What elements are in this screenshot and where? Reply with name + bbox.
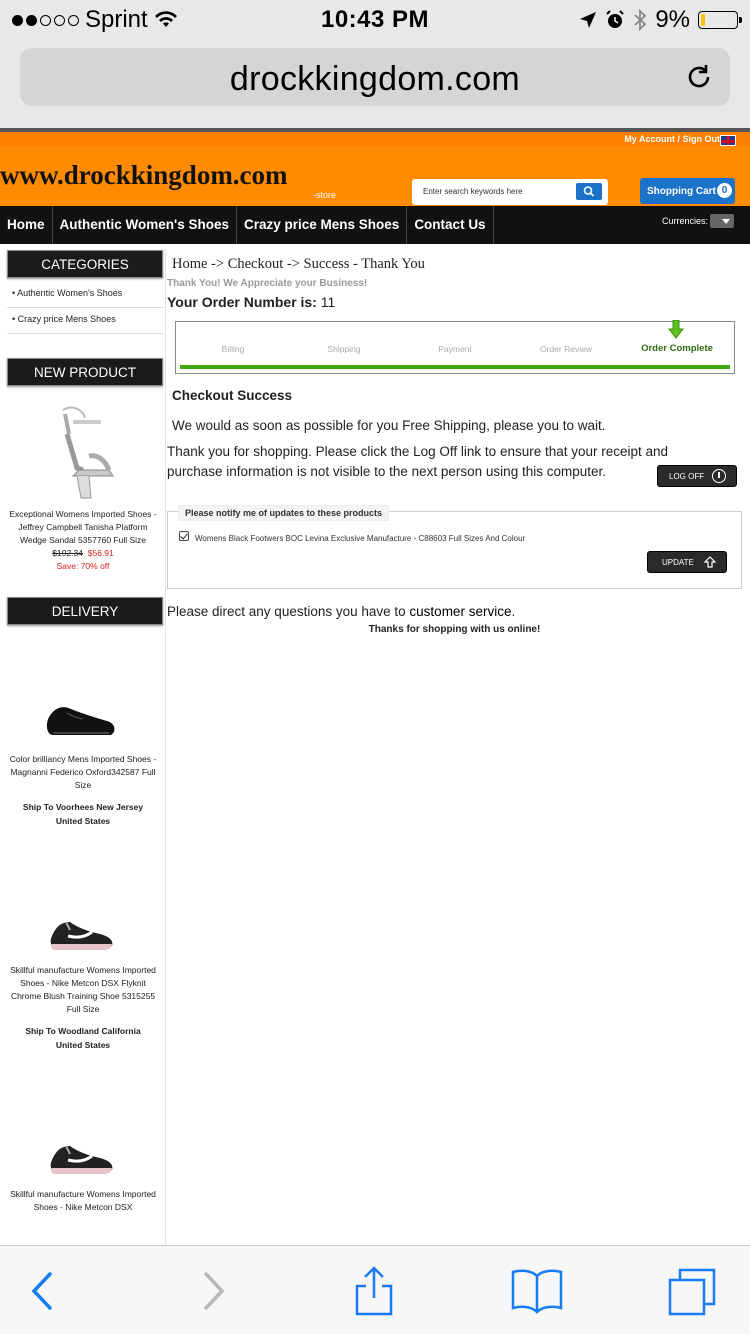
step-order-complete: Order Complete bbox=[641, 343, 713, 354]
shopping-cart-button[interactable]: Shopping Cart 0 bbox=[640, 178, 735, 204]
step-shipping: Shipping bbox=[327, 344, 361, 354]
cart-count-badge: 0 bbox=[717, 183, 732, 198]
currency-selector[interactable]: Currencies: bbox=[662, 214, 734, 228]
nav-home[interactable]: Home bbox=[0, 206, 53, 244]
sneaker-image[interactable] bbox=[48, 1132, 118, 1178]
sign-out-link[interactable]: Sign Out bbox=[683, 134, 721, 144]
checkout-progress: Billing Shipping Payment Order Review Or… bbox=[175, 320, 735, 374]
delivery-product-name: Color brilliancy Mens Imported Shoes - M… bbox=[9, 754, 157, 790]
checkout-success-title: Checkout Success bbox=[172, 388, 293, 403]
delivery-heading: DELIVERY bbox=[7, 597, 163, 625]
address-bar[interactable]: drockkingdom.com bbox=[20, 48, 730, 106]
reload-icon[interactable] bbox=[684, 62, 714, 92]
delivery-product-name: Skillful manufacture Womens Imported Sho… bbox=[10, 965, 156, 1014]
notify-checkbox[interactable] bbox=[179, 531, 189, 541]
chevron-down-icon[interactable] bbox=[710, 214, 734, 228]
logoff-message: Thank you for shopping. Please click the… bbox=[167, 444, 669, 479]
update-label: UPDATE bbox=[662, 558, 694, 567]
main-nav: Home Authentic Women's Shoes Crazy price… bbox=[0, 206, 750, 244]
browser-toolbar bbox=[0, 1245, 750, 1334]
url-text: drockkingdom.com bbox=[229, 60, 521, 98]
logo-suffix: -store bbox=[313, 190, 337, 200]
site-header: www.drockkingdom.com -store Enter search… bbox=[0, 146, 750, 206]
sidebar: CATEGORIES • Authentic Women's Shoes • C… bbox=[0, 248, 166, 1245]
cart-label: Shopping Cart bbox=[647, 186, 716, 197]
bluetooth-icon bbox=[634, 9, 647, 31]
nav-womens-shoes[interactable]: Authentic Women's Shoes bbox=[53, 206, 237, 244]
contact-line: Please direct any questions you have to … bbox=[167, 604, 515, 619]
nav-mens-shoes[interactable]: Crazy price Mens Shoes bbox=[237, 206, 408, 244]
delivery-item[interactable]: Skillful manufacture Womens Imported Sho… bbox=[0, 1132, 166, 1214]
notify-title: Please notify me of updates to these pro… bbox=[178, 505, 390, 521]
bookmarks-icon[interactable] bbox=[510, 1266, 564, 1316]
battery-icon bbox=[698, 11, 742, 29]
progress-bar bbox=[180, 365, 730, 369]
thanks-shopping: Thanks for shopping with us online! bbox=[368, 624, 541, 635]
search-button[interactable] bbox=[576, 183, 602, 200]
category-label: Crazy price Mens Shoes bbox=[17, 314, 116, 324]
step-billing: Billing bbox=[221, 344, 245, 354]
update-button[interactable]: UPDATE bbox=[647, 551, 727, 573]
down-arrow-icon bbox=[668, 320, 684, 339]
new-product-card[interactable]: Exceptional Womens Imported Shoes - Jeff… bbox=[0, 404, 166, 573]
share-icon[interactable] bbox=[349, 1266, 399, 1316]
customer-service-link[interactable]: customer service bbox=[409, 604, 511, 619]
battery-percent: 9% bbox=[655, 6, 690, 33]
uk-flag-icon[interactable] bbox=[720, 135, 736, 146]
screen: { "status_bar": { "carrier": "Sprint", "… bbox=[0, 0, 750, 1334]
order-number-line: Your Order Number is: 11 bbox=[167, 294, 335, 310]
search-placeholder: Enter search keywords here bbox=[423, 187, 523, 196]
category-item[interactable]: • Crazy price Mens Shoes bbox=[7, 308, 163, 334]
old-price: $192.34 bbox=[52, 548, 83, 558]
account-bar: My Account / Sign Out bbox=[0, 132, 750, 146]
order-number-label: Your Order Number is: bbox=[167, 294, 317, 310]
category-label: Authentic Women's Shoes bbox=[17, 288, 123, 298]
forward-icon[interactable] bbox=[188, 1266, 238, 1316]
alarm-icon bbox=[606, 10, 625, 28]
log-off-label: LOG OFF bbox=[669, 472, 705, 481]
step-payment: Payment bbox=[438, 344, 472, 354]
delivery-item[interactable]: Skillful manufacture Womens Imported Sho… bbox=[0, 908, 166, 1052]
contact-prefix: Please direct any questions you have to bbox=[167, 604, 406, 619]
search-input[interactable]: Enter search keywords here bbox=[412, 179, 608, 205]
delivery-item[interactable]: Color brilliancy Mens Imported Shoes - M… bbox=[0, 683, 166, 828]
delivery-destination: Ship To Voorhees New Jersey United State… bbox=[22, 802, 144, 826]
my-account-link[interactable]: My Account / bbox=[624, 134, 680, 144]
breadcrumb[interactable]: Home -> Checkout -> Success - Thank You bbox=[172, 256, 425, 273]
sale-price: $56.91 bbox=[87, 548, 114, 558]
nav-contact-us[interactable]: Contact Us bbox=[407, 206, 494, 244]
shipping-message: We would as soon as possible for you Fre… bbox=[172, 418, 606, 433]
search-icon bbox=[583, 186, 595, 197]
status-bar: Sprint 10:43 PM 9% bbox=[0, 0, 750, 40]
notify-product-label: Womens Black Footwers BOC Levina Exclusi… bbox=[195, 534, 526, 543]
delivery-product-name: Skillful manufacture Womens Imported Sho… bbox=[10, 1189, 156, 1212]
delivery-destination: Ship To Woodland California United State… bbox=[25, 1026, 141, 1050]
product-price: $192.34 $56.91 bbox=[0, 547, 166, 560]
thank-you-note: Thank You! We Appreciate your Business! bbox=[167, 278, 368, 289]
power-icon bbox=[712, 469, 726, 483]
back-icon[interactable] bbox=[20, 1266, 70, 1316]
currencies-label: Currencies: bbox=[661, 216, 708, 226]
order-number: 11 bbox=[320, 294, 336, 310]
contact-suffix: . bbox=[511, 604, 516, 619]
oxford-shoe-image[interactable] bbox=[43, 683, 123, 743]
categories-heading: CATEGORIES bbox=[7, 250, 163, 278]
category-item[interactable]: • Authentic Women's Shoes bbox=[7, 282, 163, 308]
sandal-image[interactable] bbox=[43, 404, 123, 504]
log-off-button[interactable]: LOG OFF bbox=[657, 465, 737, 487]
browser-chrome: drockkingdom.com bbox=[0, 40, 750, 128]
sneaker-image[interactable] bbox=[48, 908, 118, 954]
notify-section: Please notify me of updates to these pro… bbox=[167, 505, 742, 589]
arrow-up-icon bbox=[704, 556, 716, 568]
tabs-icon[interactable] bbox=[668, 1266, 718, 1316]
location-arrow-icon bbox=[580, 12, 597, 28]
site-logo[interactable]: www.drockkingdom.com bbox=[0, 160, 288, 191]
product-name: Exceptional Womens Imported Shoes - Jeff… bbox=[9, 509, 157, 545]
save-percent: Save: 70% off bbox=[56, 561, 110, 571]
category-list: • Authentic Women's Shoes • Crazy price … bbox=[7, 282, 163, 334]
new-product-heading: NEW PRODUCT bbox=[7, 358, 163, 386]
web-page: My Account / Sign Out www.drockkingdom.c… bbox=[0, 128, 750, 1245]
step-order-review: Order Review bbox=[540, 344, 592, 354]
